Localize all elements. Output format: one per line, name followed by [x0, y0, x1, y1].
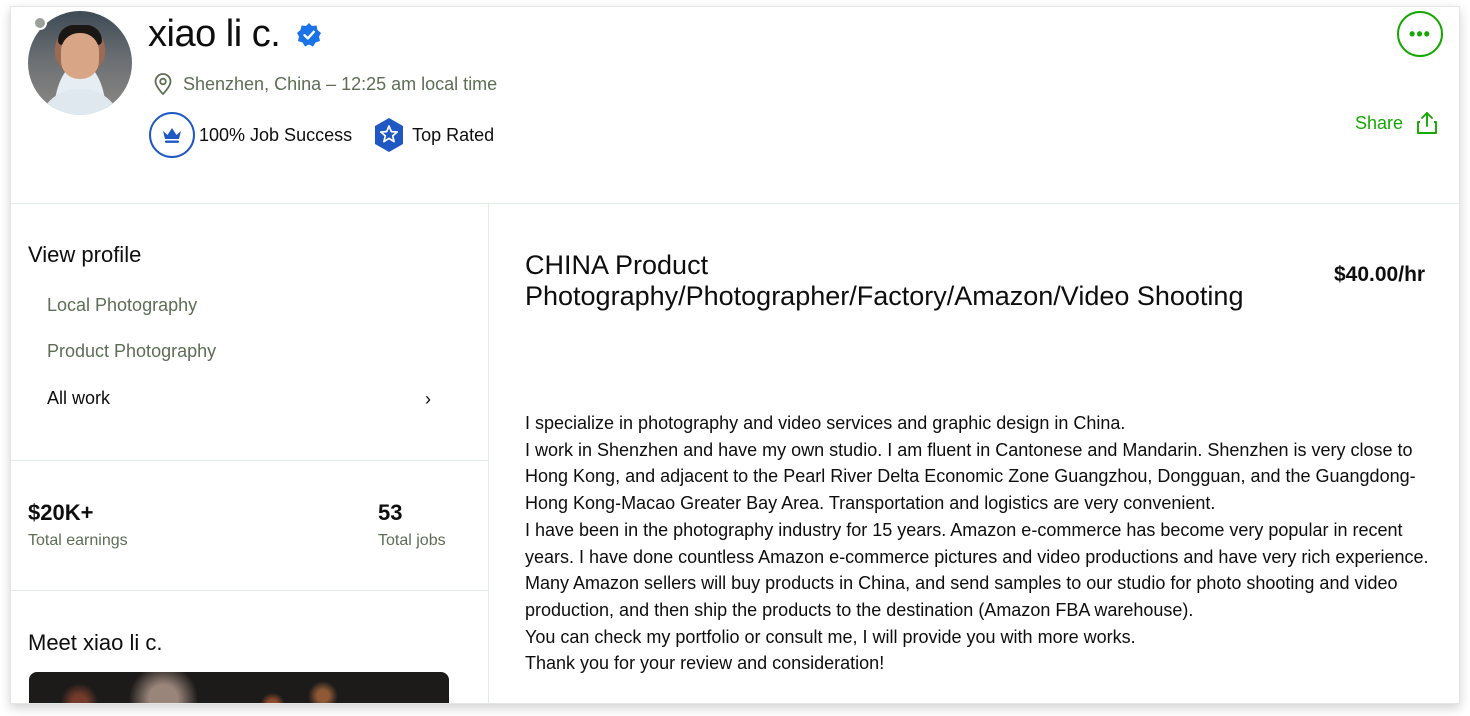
profile-title: CHINA Product Photography/Photographer/F…: [525, 250, 1315, 312]
description-paragraph: You can check my portfolio or consult me…: [525, 626, 1136, 647]
description-paragraph: Thank you for your review and considerat…: [525, 653, 885, 674]
job-success-badge[interactable]: 100% Job Success: [149, 112, 352, 158]
profile-description: I specialize in photography and video se…: [525, 410, 1445, 677]
badges: 100% Job Success Top Rated: [149, 112, 494, 158]
description-paragraph: Many Amazon sellers will buy products in…: [525, 573, 1398, 620]
total-jobs-value: 53: [378, 500, 403, 525]
top-rated-icon: [375, 118, 404, 152]
name-row: xiao li c.: [148, 13, 322, 56]
share-label: Share: [1355, 112, 1404, 133]
location-pin-icon: [154, 73, 172, 96]
total-earnings-label: Total earnings: [28, 532, 128, 549]
chevron-right-icon[interactable]: ›: [425, 389, 431, 410]
description-paragraph: I have been in the photography industry …: [525, 519, 1429, 567]
sidebar: View profile Local Photography Product P…: [11, 204, 489, 703]
sidebar-item-product-photography[interactable]: Product Photography: [47, 341, 216, 362]
hourly-rate: $40.00/hr: [1334, 263, 1426, 286]
online-status-dot: [33, 16, 47, 30]
description-paragraph: I specialize in photography and video se…: [525, 413, 1126, 433]
top-rated-badge[interactable]: Top Rated: [372, 117, 494, 153]
profile-header: xiao li c. Shenzhen, China – 12:25 am lo…: [11, 7, 1459, 204]
more-options-icon: •••: [1409, 23, 1431, 44]
location: Shenzhen, China – 12:25 am local time: [152, 72, 497, 96]
sidebar-item-local-photography[interactable]: Local Photography: [47, 295, 197, 316]
divider: [11, 590, 489, 591]
description-paragraph: I work in Shenzhen and have my own studi…: [525, 439, 1416, 514]
divider: [11, 460, 489, 461]
profile-title-line1: CHINA Product: [525, 250, 709, 280]
total-jobs-label: Total jobs: [378, 532, 446, 549]
share-button[interactable]: Share: [1355, 111, 1439, 135]
profile-card: xiao li c. Shenzhen, China – 12:25 am lo…: [10, 6, 1460, 704]
sidebar-item-all-work[interactable]: All work: [47, 388, 110, 409]
intro-video-thumbnail[interactable]: [29, 672, 449, 703]
view-profile-heading: View profile: [28, 242, 142, 267]
location-text: Shenzhen, China – 12:25 am local time: [183, 73, 498, 94]
profile-title-line2: Photography/Photographer/Factory/Amazon/…: [525, 281, 1244, 311]
meet-heading: Meet xiao li c.: [28, 630, 163, 655]
main-content: CHINA Product Photography/Photographer/F…: [490, 204, 1459, 703]
top-rated-label: Top Rated: [412, 124, 495, 145]
crown-icon: [149, 112, 195, 158]
share-icon: [1417, 112, 1437, 134]
verified-icon: [297, 22, 322, 46]
more-options-button[interactable]: •••: [1397, 11, 1443, 57]
job-success-label: 100% Job Success: [199, 124, 353, 145]
total-earnings-value: $20K+: [28, 500, 94, 525]
freelancer-name: xiao li c.: [148, 13, 281, 55]
